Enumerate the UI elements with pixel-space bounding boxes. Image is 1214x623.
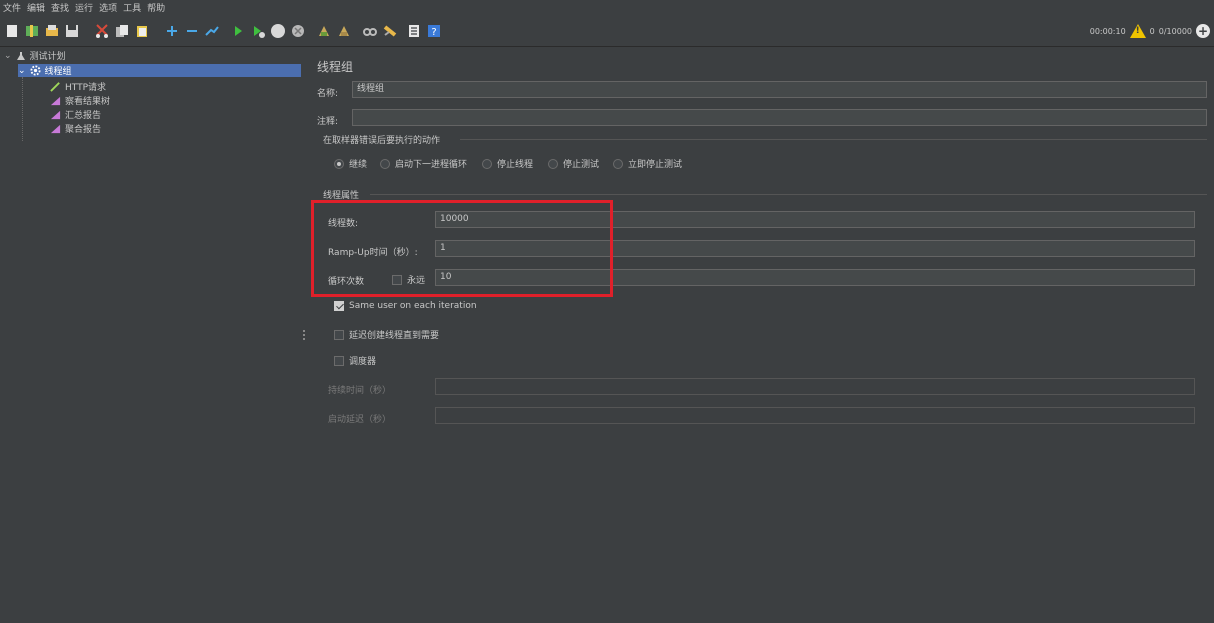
gear-icon: [30, 65, 41, 76]
scheduler-checkbox[interactable]: 调度器: [334, 354, 376, 367]
duration-field: [435, 378, 1195, 395]
menu-tools[interactable]: 工具: [120, 0, 144, 18]
tree-node-test-plan[interactable]: ⌄ 测试计划: [4, 49, 66, 63]
svg-text:?: ?: [431, 27, 436, 38]
tree-node-http-request[interactable]: HTTP请求: [50, 80, 106, 93]
toolbar: ? 00:00:10 0 0/10000 +: [0, 18, 1214, 47]
tree-node-label: 测试计划: [29, 52, 66, 62]
tree-node-label: 线程组: [44, 67, 72, 77]
section-divider: [460, 139, 1207, 140]
highlight-box: [311, 200, 613, 297]
start-no-pause-icon[interactable]: [250, 23, 266, 39]
tree-node-label: 汇总报告: [65, 111, 102, 121]
page-title: 线程组: [317, 60, 354, 74]
radio-indicator: [482, 158, 492, 169]
section-divider: [370, 194, 1207, 195]
test-plan-tree: ⌄ 测试计划 ⌄ 线程组 HTTP请求 察看结果树 汇总报告 聚合报告: [0, 47, 302, 623]
chevron-down-icon[interactable]: ⌄: [18, 66, 26, 76]
copy-icon[interactable]: [114, 23, 130, 39]
radio-stop-test[interactable]: 停止测试: [548, 157, 599, 170]
run-status: 00:00:10 0 0/10000 +: [1090, 24, 1210, 38]
same-user-checkbox[interactable]: Same user on each iteration: [334, 301, 477, 311]
menu-bar: 文件 编辑 查找 运行 选项 工具 帮助: [0, 0, 1214, 18]
warning-icon[interactable]: [1129, 24, 1146, 38]
flask-icon: [16, 51, 25, 60]
startup-delay-field: [435, 407, 1195, 424]
new-icon[interactable]: [4, 23, 20, 39]
tree-node-thread-group[interactable]: ⌄ 线程组: [18, 64, 301, 77]
tree-node-view-results-tree[interactable]: 察看结果树: [50, 94, 110, 107]
tree-guide-line: [22, 77, 24, 141]
menu-run[interactable]: 运行: [72, 0, 96, 18]
startup-delay-label: 启动延迟（秒）: [328, 415, 392, 425]
comment-field[interactable]: [352, 109, 1207, 126]
add-icon[interactable]: +: [1196, 24, 1210, 38]
radio-indicator: [613, 158, 623, 169]
tree-node-aggregate-report[interactable]: 聚合报告: [50, 122, 101, 135]
radio-indicator: [334, 158, 344, 169]
warning-count: 0: [1149, 26, 1155, 36]
comment-label: 注释:: [317, 117, 339, 127]
name-label: 名称:: [317, 89, 339, 99]
collapse-icon[interactable]: [184, 23, 200, 39]
pencil-icon: [50, 82, 60, 92]
expand-icon[interactable]: [164, 23, 180, 39]
thread-group-panel: 线程组 名称: 线程组 注释: 在取样器错误后要执行的动作 继续 启动下一进程循…: [310, 47, 1214, 623]
stop-icon[interactable]: [270, 23, 286, 39]
tree-node-label: 察看结果树: [65, 97, 111, 107]
radio-stop-test-now[interactable]: 立即停止测试: [613, 157, 682, 170]
name-field[interactable]: 线程组: [352, 81, 1207, 98]
menu-options[interactable]: 选项: [96, 0, 120, 18]
radio-label: 启动下一进程循环: [395, 160, 468, 170]
search-icon[interactable]: [362, 23, 378, 39]
radio-label: 立即停止测试: [628, 160, 683, 170]
menu-file[interactable]: 文件: [0, 0, 24, 18]
templates-icon[interactable]: [24, 23, 40, 39]
checkbox-label: 延迟创建线程直到需要: [349, 331, 440, 341]
chevron-down-icon[interactable]: ⌄: [4, 51, 12, 61]
shutdown-icon[interactable]: [290, 23, 306, 39]
menu-search[interactable]: 查找: [48, 0, 72, 18]
chart-icon: [50, 110, 61, 120]
checkbox-indicator: [334, 355, 344, 366]
thread-count: 0/10000: [1158, 26, 1192, 36]
open-icon[interactable]: [44, 23, 60, 39]
checkbox-label: Same user on each iteration: [349, 301, 477, 311]
function-helper-icon[interactable]: [406, 23, 422, 39]
cut-icon[interactable]: [94, 23, 110, 39]
menu-edit[interactable]: 编辑: [24, 0, 48, 18]
menu-help[interactable]: 帮助: [144, 0, 168, 18]
radio-stop-thread[interactable]: 停止线程: [482, 157, 533, 170]
duration-label: 持续时间（秒）: [328, 386, 392, 396]
radio-label: 停止线程: [497, 160, 534, 170]
start-icon[interactable]: [230, 23, 246, 39]
delay-thread-creation-checkbox[interactable]: 延迟创建线程直到需要: [334, 328, 439, 341]
chart-icon: [50, 96, 61, 106]
radio-indicator: [380, 158, 390, 169]
error-action-section-title: 在取样器错误后要执行的动作: [323, 136, 441, 146]
chart-icon: [50, 124, 61, 134]
radio-label: 停止测试: [563, 160, 600, 170]
tree-node-label: 聚合报告: [65, 125, 102, 135]
tree-node-summary-report[interactable]: 汇总报告: [50, 108, 101, 121]
clear-all-icon[interactable]: [336, 23, 352, 39]
clear-icon[interactable]: [316, 23, 332, 39]
paste-icon[interactable]: [134, 23, 150, 39]
reset-search-icon[interactable]: [382, 23, 398, 39]
save-icon[interactable]: [64, 23, 80, 39]
radio-indicator: [548, 158, 558, 169]
checkbox-indicator: [334, 301, 344, 311]
checkbox-indicator: [334, 329, 344, 340]
radio-label: 继续: [349, 160, 368, 170]
help-icon[interactable]: ?: [426, 23, 442, 39]
toggle-icon[interactable]: [204, 23, 220, 39]
splitter-grip[interactable]: [303, 330, 307, 340]
checkbox-label: 调度器: [349, 357, 377, 367]
tree-node-label: HTTP请求: [65, 83, 107, 93]
radio-start-next-loop[interactable]: 启动下一进程循环: [380, 157, 467, 170]
radio-continue[interactable]: 继续: [334, 157, 367, 170]
elapsed-time: 00:00:10: [1089, 26, 1126, 36]
